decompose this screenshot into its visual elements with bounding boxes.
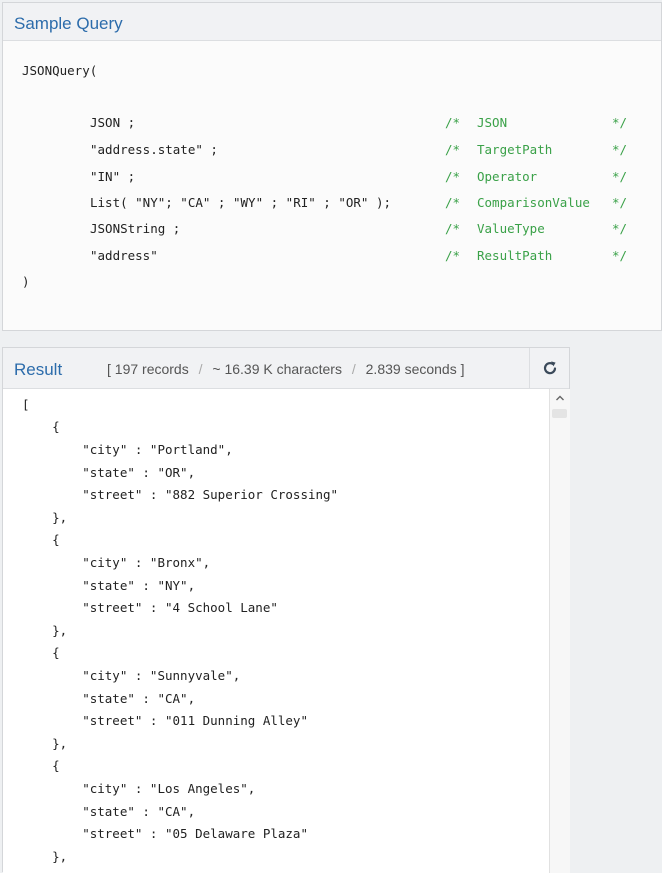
json-line: { — [22, 419, 60, 434]
result-panel: Result [ 197 records / ~ 16.39 K charact… — [2, 347, 570, 873]
stats-open-bracket: [ — [107, 361, 111, 377]
query-comment-close: */ — [612, 169, 628, 184]
query-comment-open: /* — [445, 169, 461, 184]
query-comment-open: /* — [445, 221, 461, 236]
json-line: "state" : "CA", — [22, 691, 196, 706]
query-comment-close: */ — [612, 115, 628, 130]
scroll-up-button[interactable] — [550, 389, 570, 407]
json-line: }, — [22, 510, 68, 525]
query-arg-value: List( "NY"; "CA" ; "WY" ; "RI" ; "OR" ); — [90, 195, 392, 210]
json-line: "street" : "05 Delaware Plaza" — [22, 826, 308, 841]
query-arg-value: JSONString ; — [90, 221, 181, 236]
query-arg-value: JSON ; — [90, 115, 136, 130]
json-line: "street" : "882 Superior Crossing" — [22, 487, 339, 502]
query-arg-value: "address.state" ; — [90, 142, 218, 157]
query-comment-open: /* — [445, 115, 461, 130]
query-comment: JSON — [477, 115, 508, 130]
query-close: ) — [22, 274, 30, 289]
query-comment-close: */ — [612, 142, 628, 157]
json-line: }, — [22, 623, 68, 638]
stats-close-bracket: ] — [460, 361, 465, 377]
sample-query-panel: Sample Query JSONQuery( JSON ; /* JSON *… — [2, 2, 662, 331]
stats-characters: ~ 16.39 K characters — [212, 361, 342, 377]
query-comment: TargetPath — [477, 142, 553, 157]
query-arg-value: "IN" ; — [90, 169, 136, 184]
refresh-button[interactable] — [529, 348, 570, 388]
result-title: Result — [14, 360, 63, 379]
json-line: { — [22, 645, 60, 660]
json-line: "city" : "Sunnyvale", — [22, 668, 241, 683]
query-arg-value: "address" — [90, 248, 158, 263]
query-comment-close: */ — [612, 248, 628, 263]
json-line: { — [22, 532, 60, 547]
scroll-thumb[interactable] — [552, 409, 567, 418]
json-line: "street" : "4 School Lane" — [22, 600, 278, 615]
result-output[interactable]: [ { "city" : "Portland", "state" : "OR",… — [3, 389, 549, 873]
query-comment: ComparisonValue — [477, 195, 590, 210]
refresh-icon — [543, 361, 557, 375]
json-line: [ — [22, 397, 30, 412]
query-comment-open: /* — [445, 142, 461, 157]
json-line: "city" : "Los Angeles", — [22, 781, 256, 796]
json-line: "city" : "Portland", — [22, 442, 233, 457]
json-line: "state" : "OR", — [22, 465, 196, 480]
json-line: }, — [22, 849, 68, 864]
json-line: "state" : "NY", — [22, 578, 196, 593]
json-line: "state" : "CA", — [22, 804, 196, 819]
stats-separator: / — [198, 361, 203, 377]
query-comment-open: /* — [445, 248, 461, 263]
stats-seconds: 2.839 seconds — [365, 361, 457, 377]
result-scrollbar[interactable] — [549, 389, 570, 873]
stats-records: 197 records — [114, 361, 189, 377]
sample-query-title: Sample Query — [14, 14, 123, 33]
json-line: }, — [22, 736, 68, 751]
result-header: Result [ 197 records / ~ 16.39 K charact… — [3, 348, 569, 389]
query-comment: ResultPath — [477, 248, 553, 263]
chevron-up-icon — [556, 395, 564, 401]
json-line: "street" : "011 Dunning Alley" — [22, 713, 308, 728]
json-line: { — [22, 758, 60, 773]
query-comment-close: */ — [612, 195, 628, 210]
query-comment-open: /* — [445, 195, 461, 210]
query-comment: Operator — [477, 169, 538, 184]
json-line: "city" : "Bronx", — [22, 555, 211, 570]
query-comment: ValueType — [477, 221, 545, 236]
query-open: JSONQuery( — [22, 63, 98, 78]
stats-separator: / — [351, 361, 356, 377]
query-comment-close: */ — [612, 221, 628, 236]
result-stats: [ 197 records / ~ 16.39 K characters / 2… — [107, 361, 465, 377]
